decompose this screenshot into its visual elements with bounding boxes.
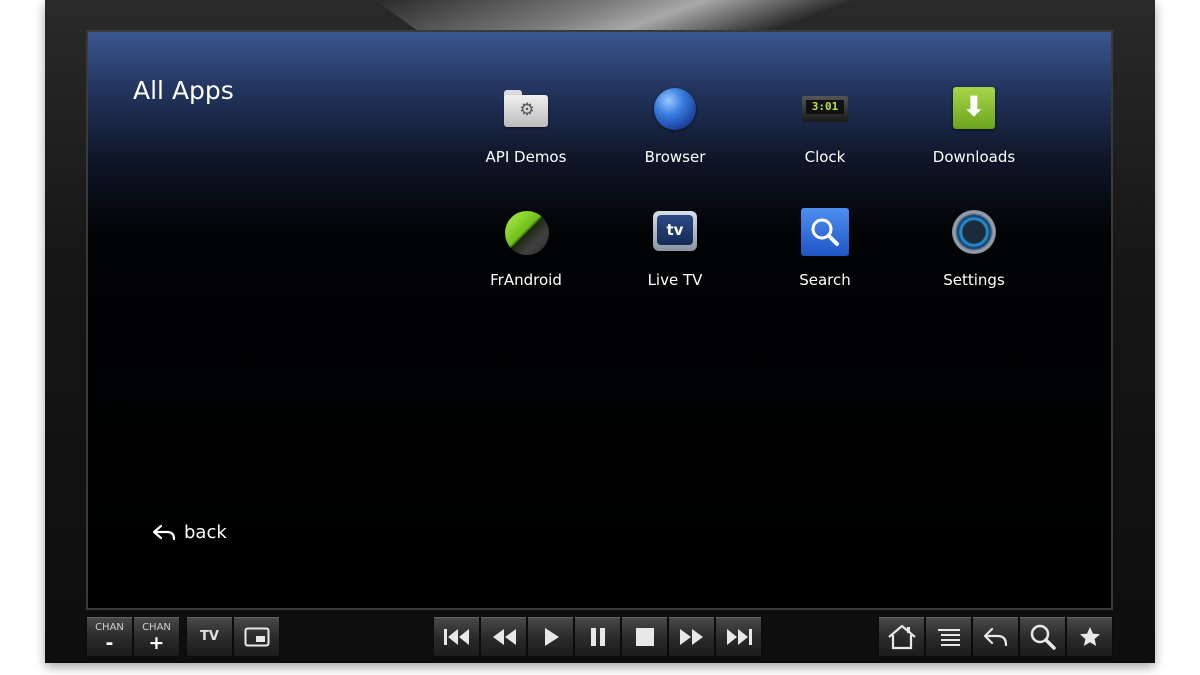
app-clock[interactable]: 3:01 Clock: [755, 84, 895, 166]
favorites-button[interactable]: [1066, 616, 1113, 657]
back-label: back: [184, 522, 227, 543]
app-settings[interactable]: Settings: [904, 207, 1044, 289]
app-live-tv[interactable]: tv Live TV: [605, 207, 745, 289]
plus-symbol: +: [148, 631, 165, 654]
tv-label: TV: [200, 629, 219, 644]
download-arrow-icon: ⬇: [949, 84, 999, 134]
app-label: Browser: [644, 148, 706, 166]
pause-icon: [590, 627, 605, 646]
clock-display: 3:01: [806, 100, 844, 114]
nav-controls: [878, 616, 1113, 657]
back-link[interactable]: back: [152, 522, 227, 543]
menu-icon: [937, 628, 960, 646]
magnifier-icon: [800, 207, 850, 257]
play-button[interactable]: [527, 616, 574, 657]
media-controls: [433, 616, 762, 657]
globe-icon: [650, 84, 700, 134]
skip-next-button[interactable]: [715, 616, 762, 657]
folder-gear-icon: ⚙: [501, 84, 551, 134]
stop-icon: [635, 627, 654, 646]
app-browser[interactable]: Browser: [605, 84, 745, 166]
app-search[interactable]: Search: [755, 207, 895, 289]
app-frandroid[interactable]: FrAndroid: [456, 207, 596, 289]
fast-forward-button[interactable]: [668, 616, 715, 657]
stop-button[interactable]: [621, 616, 668, 657]
back-arrow-icon: [152, 524, 176, 540]
channel-controls: CHAN - CHAN + TV: [86, 616, 280, 657]
play-icon: [544, 627, 559, 646]
clock-icon: 3:01: [800, 84, 850, 134]
home-button[interactable]: [878, 616, 925, 657]
rewind-button[interactable]: [480, 616, 527, 657]
app-label: API Demos: [485, 148, 567, 166]
app-label: Clock: [804, 148, 846, 166]
app-api-demos[interactable]: ⚙ API Demos: [456, 84, 596, 166]
frame-gloss: [375, 0, 895, 30]
chan-minus-button[interactable]: CHAN -: [86, 616, 133, 657]
app-label: Search: [799, 271, 851, 289]
app-label: Downloads: [932, 148, 1016, 166]
search-icon: [1030, 624, 1056, 650]
rewind-icon: [492, 628, 516, 645]
tv-button[interactable]: TV: [186, 616, 233, 657]
chan-plus-button[interactable]: CHAN +: [133, 616, 180, 657]
back-arrow-icon: [983, 627, 1007, 646]
app-label: Settings: [943, 271, 1005, 289]
page-title: All Apps: [133, 76, 234, 105]
tv-badge: tv: [657, 215, 693, 245]
minus-symbol: -: [105, 631, 114, 654]
fast-forward-icon: [679, 628, 703, 645]
search-button[interactable]: [1019, 616, 1066, 657]
settings-knob-icon: [949, 207, 999, 257]
back-button[interactable]: [972, 616, 1019, 657]
tv-screen: All Apps ⚙ API Demos Browser 3:01 Clock …: [86, 30, 1113, 610]
star-icon: [1079, 626, 1100, 646]
skip-previous-button[interactable]: [433, 616, 480, 657]
menu-button[interactable]: [925, 616, 972, 657]
picture-in-picture-icon: [244, 627, 269, 646]
app-downloads[interactable]: ⬇ Downloads: [904, 84, 1044, 166]
home-icon: [887, 624, 916, 649]
pip-button[interactable]: [233, 616, 280, 657]
app-label: Live TV: [647, 271, 703, 289]
app-label: FrAndroid: [490, 271, 562, 289]
tv-icon: tv: [650, 207, 700, 257]
skip-previous-icon: [443, 628, 469, 645]
frandroid-ball-icon: [501, 207, 551, 257]
skip-next-icon: [726, 628, 752, 645]
pause-button[interactable]: [574, 616, 621, 657]
